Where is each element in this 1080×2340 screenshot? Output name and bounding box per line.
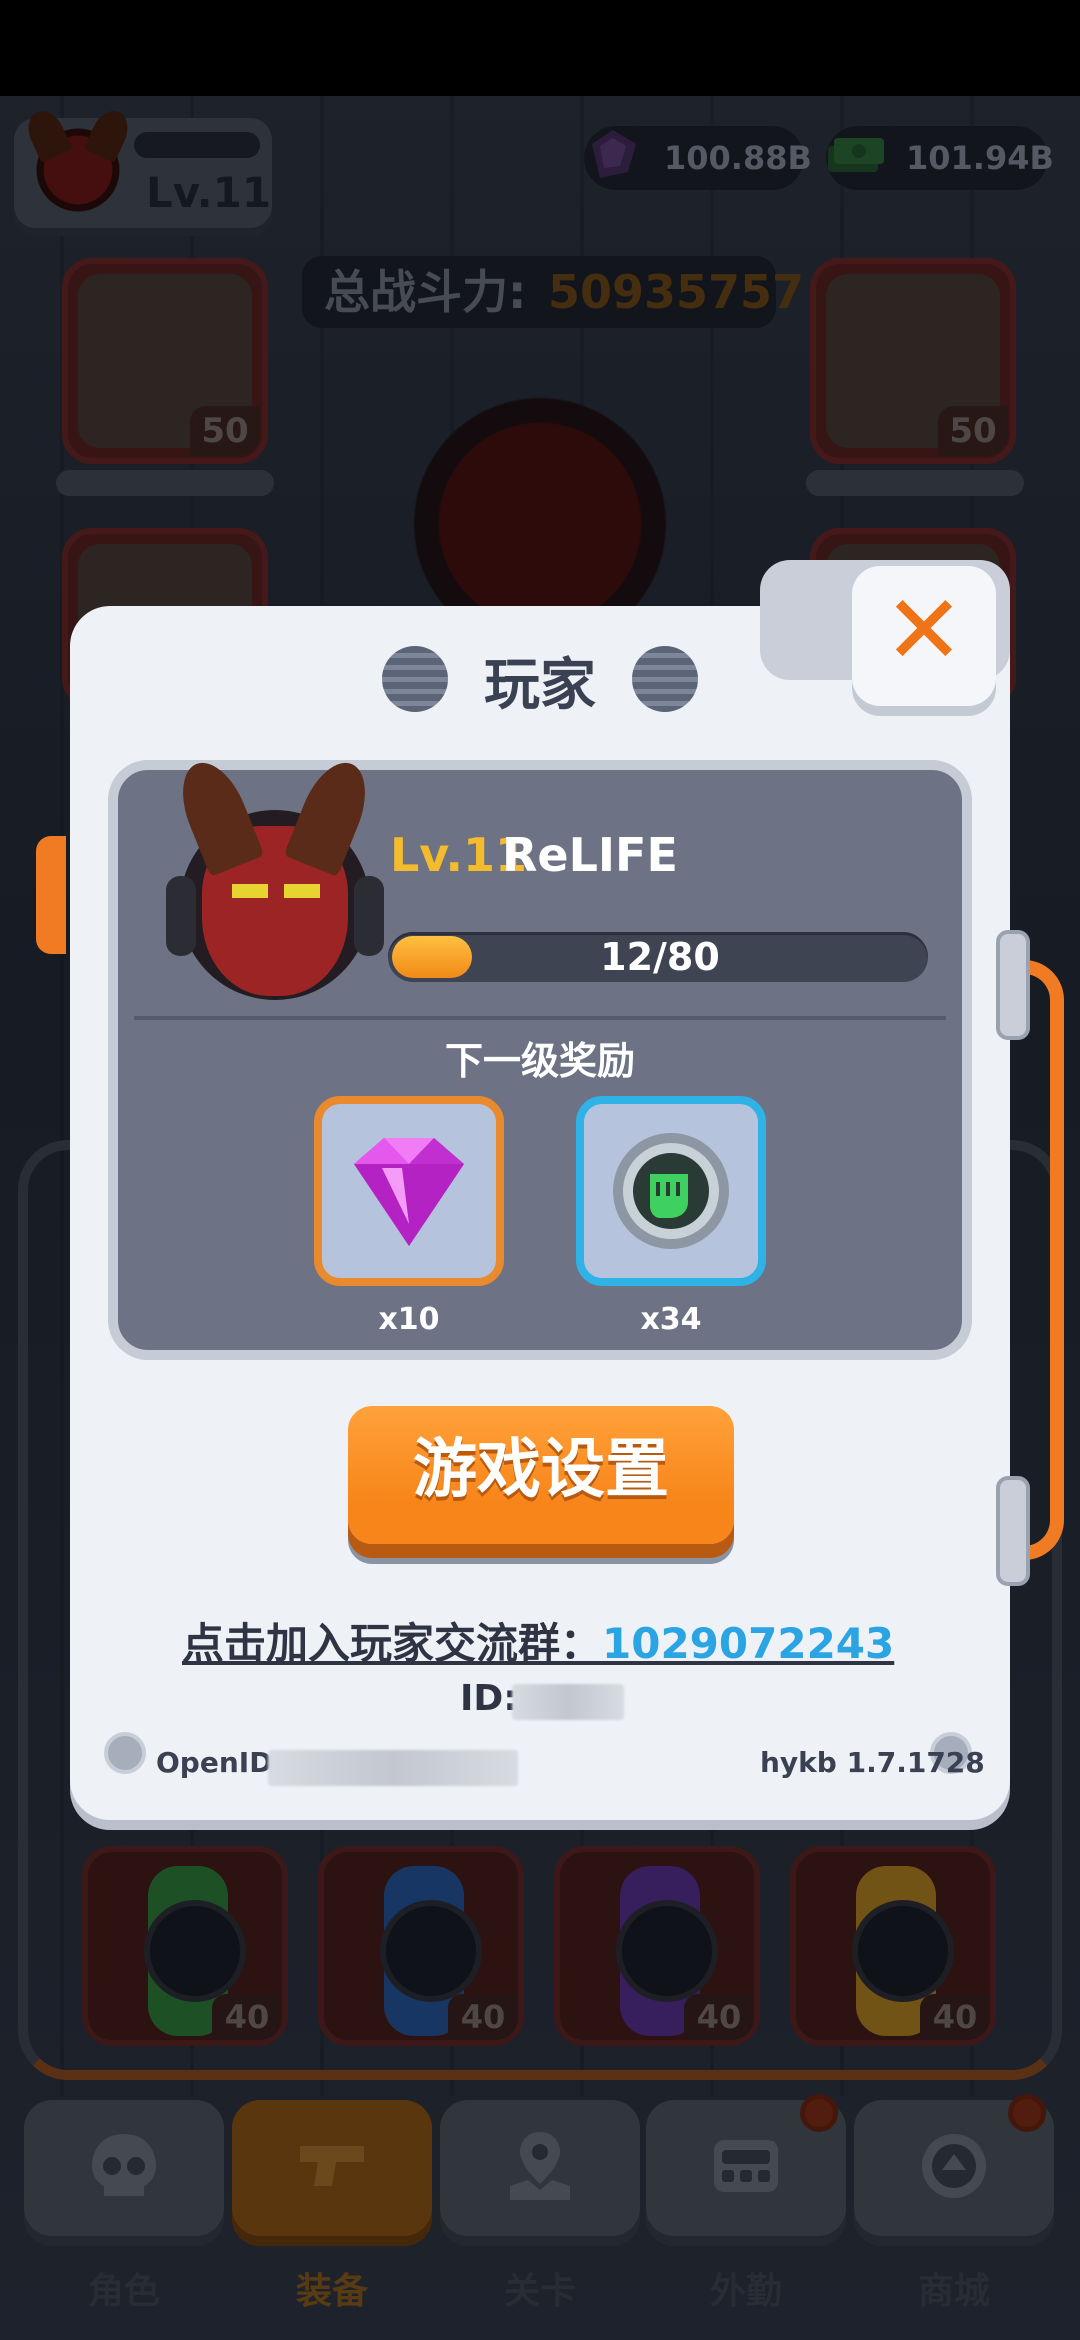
fist-coin-icon xyxy=(613,1133,729,1249)
close-button[interactable]: ✕ xyxy=(852,566,996,706)
title-ornament-right xyxy=(632,646,698,712)
player-id-label: ID: xyxy=(460,1678,518,1719)
reward-coin-qty: x34 xyxy=(640,1302,702,1337)
xp-progress-text: 12/80 xyxy=(600,935,720,979)
game-settings-button[interactable]: 游戏设置 xyxy=(348,1406,734,1544)
screw-decoration xyxy=(104,1732,146,1774)
next-reward-heading: 下一级奖励 xyxy=(444,1039,635,1083)
xp-progress-fill xyxy=(392,936,472,978)
status-bar xyxy=(0,0,1080,96)
reward-coin[interactable] xyxy=(576,1096,766,1286)
mask-eye xyxy=(232,884,268,898)
dialog-side-tab xyxy=(36,836,66,954)
close-icon: ✕ xyxy=(883,574,965,686)
game-settings-label: 游戏设置 xyxy=(413,1433,669,1507)
headphone-right xyxy=(354,876,384,956)
join-group-number: 1029072243 xyxy=(602,1619,895,1668)
pink-gem-icon xyxy=(354,1138,464,1246)
join-group-link[interactable]: 点击加入玩家交流群：1029072243 xyxy=(182,1610,894,1671)
card-divider xyxy=(134,1016,946,1020)
mask-eye xyxy=(284,884,320,898)
dialog-title: 玩家 xyxy=(484,653,596,718)
player-name: ReLIFE xyxy=(502,828,678,882)
headphone-left xyxy=(166,876,196,956)
title-ornament-left xyxy=(382,646,448,712)
join-group-label: 点击加入玩家交流群： xyxy=(182,1619,603,1668)
version-text: hykb 1.7.1728 xyxy=(760,1746,985,1779)
redacted-openid xyxy=(268,1750,518,1786)
openid-label: OpenID: xyxy=(156,1746,284,1779)
rail-knob xyxy=(996,930,1030,1040)
player-id: ID: xyxy=(460,1678,518,1719)
redacted-id xyxy=(512,1684,624,1720)
rail-knob xyxy=(996,1476,1030,1586)
dialog-side-rail xyxy=(1016,960,1064,1560)
player-avatar xyxy=(150,753,400,1006)
reward-gem[interactable] xyxy=(314,1096,504,1286)
reward-gem-qty: x10 xyxy=(378,1302,440,1337)
